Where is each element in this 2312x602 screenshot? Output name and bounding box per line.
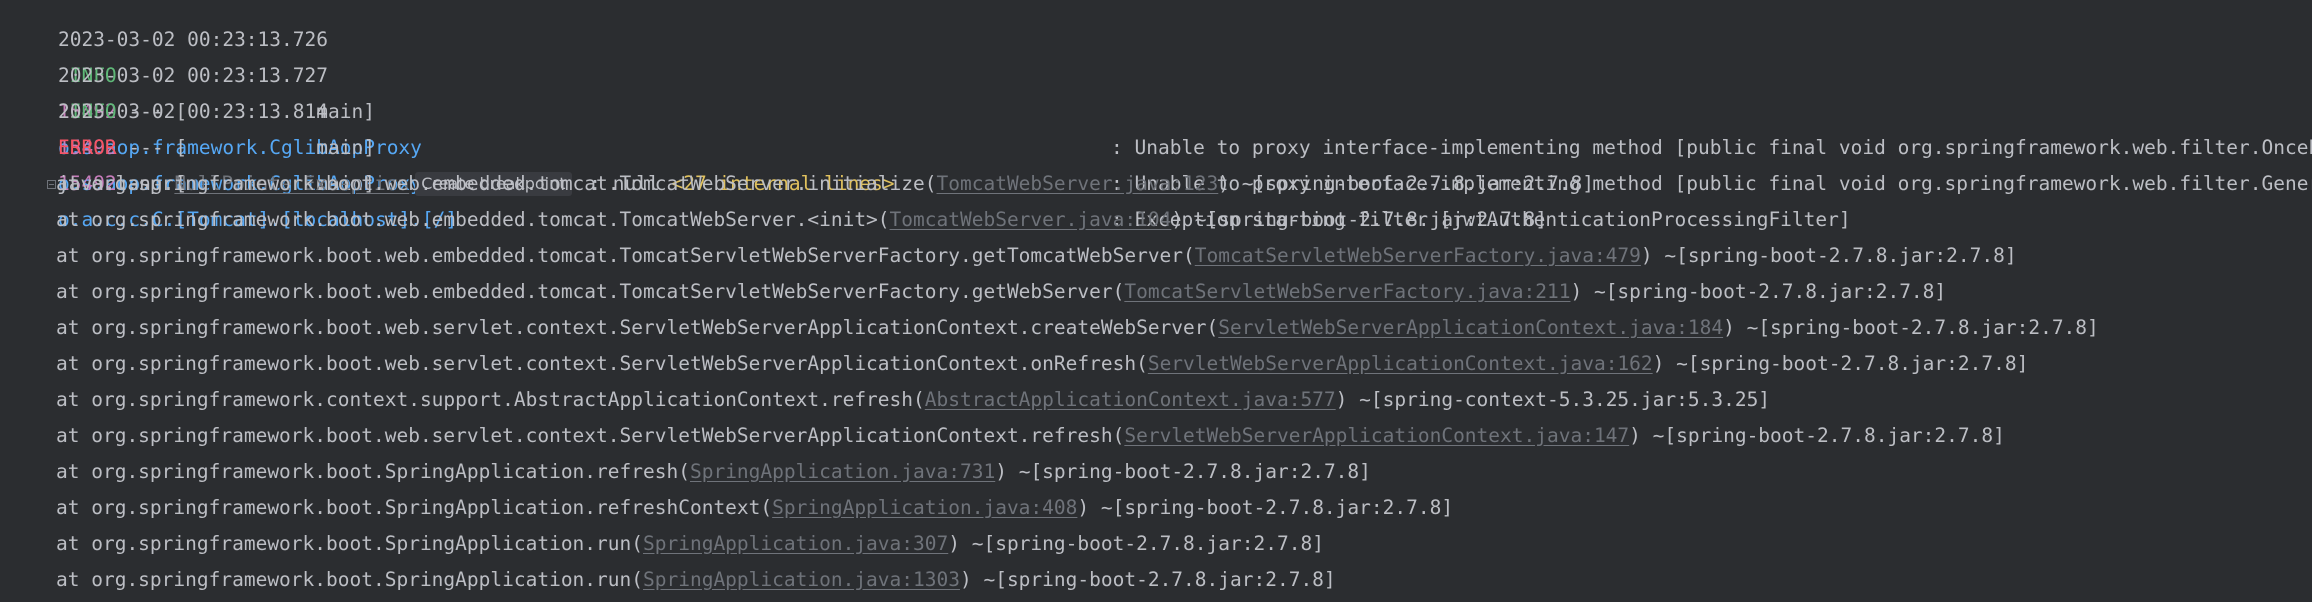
trace-jar: ) ~[spring-boot-2.7.8.jar:2.7.8] [1570, 280, 1947, 303]
log-message: : Unable to proxy interface-implementing… [1111, 136, 2312, 159]
trace-frame: at org.springframework.boot.SpringApplic… [56, 460, 690, 483]
trace-frame: at org.springframework.boot.web.embedded… [56, 244, 1195, 267]
trace-jar: ) ~[spring-boot-2.7.8.jar:2.7.8] [1723, 316, 2099, 339]
stack-trace-line: at org.springframework.boot.SpringApplic… [56, 490, 1453, 526]
source-link[interactable]: TomcatServletWebServerFactory.java:211 [1124, 280, 1570, 303]
source-link[interactable]: SpringApplication.java:1303 [643, 568, 960, 591]
trace-jar: ) ~[spring-boot-2.7.8.jar:2.7.8] [948, 532, 1324, 555]
stack-trace-line: at org.springframework.boot.web.servlet.… [56, 418, 2005, 454]
source-link[interactable]: TomcatWebServer.java:123 [937, 172, 1219, 195]
source-link[interactable]: AbstractApplicationContext.java:577 [925, 388, 1336, 411]
log-timestamp: 2023-03-02 00:23:13.814 [57, 100, 328, 123]
stack-trace-line: at org.springframework.boot.web.embedded… [56, 274, 1946, 310]
trace-jar: ) ~[spring-context-5.3.25.jar:5.3.25] [1335, 388, 1771, 411]
source-link[interactable]: SpringApplication.java:731 [690, 460, 995, 483]
trace-jar: ) ~[spring-boot-2.7.8.jar:2.7.8] [1077, 496, 1454, 519]
trace-frame: at org.springframework.boot.web.servlet.… [56, 424, 1125, 447]
fold-toggle-icon[interactable] [46, 180, 56, 189]
stack-trace-line: at org.springframework.boot.web.servlet.… [56, 310, 2099, 346]
trace-frame: at org.springframework.boot.SpringApplic… [56, 532, 643, 555]
trace-frame: at org.springframework.context.support.A… [56, 388, 925, 411]
source-link[interactable]: TomcatWebServer.java:104 [890, 208, 1172, 231]
stack-trace-line: at org.springframework.boot.web.embedded… [56, 166, 1594, 202]
exception-header: java.lang.NullPointerException Create bre… [0, 130, 895, 196]
source-link[interactable]: ServletWebServerApplicationContext.java:… [1124, 424, 1629, 447]
source-link[interactable]: SpringApplication.java:408 [772, 496, 1077, 519]
trace-jar: ) ~[spring-boot-2.7.8.jar:2.7.8] [1171, 208, 1547, 231]
log-line: 2023-03-02 00:23:13.727 INFO 15492 --- [… [11, 22, 2312, 195]
stack-trace-line: at org.springframework.boot.SpringApplic… [56, 526, 1324, 562]
trace-jar: ) ~[spring-boot-2.7.8.jar:2.7.8] [1629, 424, 2005, 447]
stack-trace-line: at org.springframework.boot.web.embedded… [56, 238, 2017, 274]
trace-jar: ) ~[spring-boot-2.7.8.jar:2.7.8] [1640, 244, 2017, 267]
trace-frame: at org.springframework.boot.web.servlet.… [56, 316, 1219, 339]
trace-jar: ) ~[spring-boot-2.7.8.jar:2.7.8] [1218, 172, 1594, 195]
log-line: 2023-03-02 00:23:13.726 INFO 15492 --- [… [11, 0, 2312, 159]
stack-trace-line: at org.springframework.boot.SpringApplic… [56, 562, 1336, 598]
trace-frame: at org.springframework.boot.SpringApplic… [56, 496, 773, 519]
stack-trace-line: at org.springframework.context.support.A… [56, 382, 1770, 418]
trace-frame: at org.springframework.boot.SpringApplic… [56, 568, 643, 591]
trace-frame: at org.springframework.boot.web.servlet.… [56, 352, 1148, 375]
stack-trace-line: at org.springframework.boot.web.embedded… [56, 202, 1547, 238]
source-link[interactable]: ServletWebServerApplicationContext.java:… [1148, 352, 1653, 375]
trace-frame: at org.springframework.boot.web.embedded… [56, 172, 937, 195]
trace-frame: at org.springframework.boot.web.embedded… [56, 208, 890, 231]
log-line: 2023-03-02 00:23:13.814 ERROR 15492 --- … [11, 58, 1851, 231]
stack-trace-line: at org.springframework.boot.web.servlet.… [56, 346, 2028, 382]
source-link[interactable]: ServletWebServerApplicationContext.java:… [1218, 316, 1723, 339]
source-link[interactable]: TomcatServletWebServerFactory.java:479 [1195, 244, 1641, 267]
trace-jar: ) ~[spring-boot-2.7.8.jar:2.7.8] [995, 460, 1371, 483]
stack-trace-line: at org.springframework.boot.SpringApplic… [56, 454, 1371, 490]
trace-jar: ) ~[spring-boot-2.7.8.jar:2.7.8] [1652, 352, 2029, 375]
trace-frame: at org.springframework.boot.web.embedded… [56, 280, 1125, 303]
console-output[interactable]: 2023-03-02 00:23:13.726 INFO 15492 --- [… [0, 0, 2312, 602]
trace-jar: ) ~[spring-boot-2.7.8.jar:2.7.8] [959, 568, 1336, 591]
source-link[interactable]: SpringApplication.java:307 [643, 532, 948, 555]
